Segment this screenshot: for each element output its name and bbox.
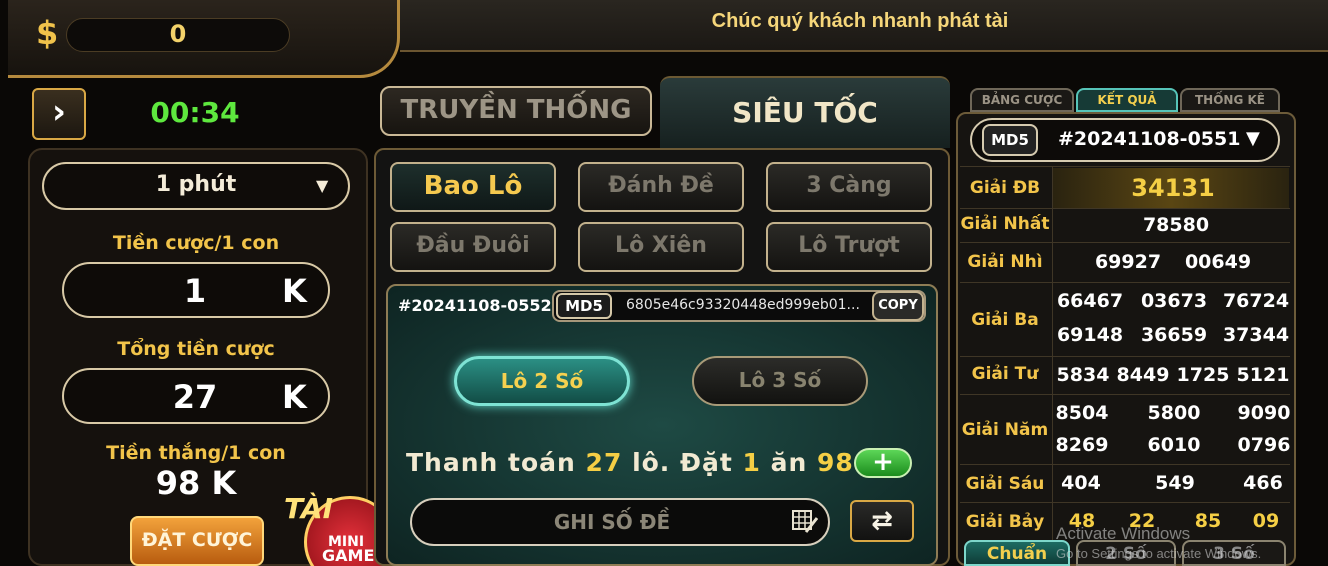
bet-per-label: Tiền cược/1 con	[112, 232, 280, 254]
dollar-icon: $	[36, 14, 59, 52]
bet-type-bao-lo[interactable]: Bao Lô	[390, 162, 556, 212]
prize-sau-number: 549	[1155, 472, 1195, 494]
place-bet-button[interactable]: ĐẶT CƯỢC	[130, 516, 264, 566]
prize-nhat-number: 78580	[1142, 214, 1210, 236]
number-input-placeholder: GHI SỐ ĐỀ	[553, 510, 671, 534]
prize-sau-number: 404	[1061, 472, 1101, 494]
tab-classic[interactable]: TRUYỀN THỐNG	[380, 86, 652, 136]
win-per-label: Tiền thắng/1 con	[106, 442, 286, 464]
prize-row-divider	[960, 208, 1290, 209]
edit-grid-icon[interactable]	[792, 510, 818, 534]
chevron-right-icon[interactable]: ›	[32, 88, 86, 140]
prize-ba-number: 69148	[1056, 324, 1124, 346]
bet-type-danh-de[interactable]: Đánh Đề	[578, 162, 744, 212]
draw-select-value: #20241108-0551	[1058, 128, 1241, 150]
countdown-timer: 00:34	[150, 96, 240, 129]
balance-value: 0	[169, 20, 187, 48]
payment-stake: 1	[742, 448, 761, 477]
banner-text: Chúc quý khách nhanh phát tài	[711, 10, 1009, 32]
md5-tag: MD5	[982, 124, 1038, 156]
prize-row-divider	[960, 394, 1290, 395]
copy-button[interactable]: COPY	[872, 291, 924, 321]
prize-label-ba: Giải Ba	[971, 310, 1039, 330]
prize-ba-number: 03673	[1140, 290, 1208, 312]
prize-tu-number: 1725	[1176, 364, 1230, 386]
bet-type-lo-xien[interactable]: Lô Xiên	[578, 222, 744, 272]
payment-prefix: Thanh toán	[406, 448, 576, 477]
caret-down-icon[interactable]: ▼	[316, 176, 328, 195]
total-bet-label: Tổng tiền cược	[117, 338, 275, 360]
prize-row-divider	[960, 242, 1290, 243]
prize-ba-number: 36659	[1140, 324, 1208, 346]
prize-nam-number: 6010	[1147, 434, 1201, 456]
prize-nam-number: 8269	[1055, 434, 1109, 456]
period-select-value: 1 phút	[155, 172, 237, 197]
prize-row-divider	[960, 282, 1290, 283]
md5-tag: MD5	[556, 293, 612, 319]
subtab-lo-2-so[interactable]: Lô 2 Số	[454, 356, 630, 406]
prize-ba-number: 37344	[1222, 324, 1290, 346]
prize-ba-number: 66467	[1056, 290, 1124, 312]
total-bet-value: 27	[172, 378, 218, 416]
payment-win: 98	[817, 448, 854, 477]
payment-word: ăn	[770, 448, 808, 477]
prize-tu-number: 8449	[1116, 364, 1170, 386]
windows-activation-watermark: Activate Windows	[1056, 524, 1191, 543]
prize-label-db: Giải ĐB	[969, 178, 1041, 198]
bet-type-lo-truot[interactable]: Lô Trượt	[766, 222, 932, 272]
bet-type-3-cang[interactable]: 3 Càng	[766, 162, 932, 212]
current-draw-id: #20241108-0552	[398, 296, 552, 315]
payment-summary: Thanh toán 27 lô. Đặt 1 ăn 98	[406, 448, 853, 477]
prize-label-bay: Giải Bảy	[965, 512, 1045, 532]
prize-row-divider	[960, 464, 1290, 465]
bet-type-dau-duoi[interactable]: Đầu Đuôi	[390, 222, 556, 272]
shuffle-icon[interactable]: ⇄	[850, 500, 914, 542]
plus-icon[interactable]: +	[854, 448, 912, 478]
caret-down-icon[interactable]: ▼	[1246, 128, 1260, 149]
prize-label-sau: Giải Sáu	[965, 474, 1045, 494]
prize-nhi-number: 00649	[1184, 251, 1252, 273]
filter-standard-button[interactable]: Chuẩn	[964, 540, 1070, 566]
prize-bay-number: 85	[1194, 510, 1222, 532]
prize-row-divider	[960, 502, 1290, 503]
prize-bay-number: 09	[1252, 510, 1280, 532]
prize-nhi-number: 69927	[1094, 251, 1162, 273]
prize-label-nhi: Giải Nhì	[967, 252, 1043, 272]
prize-row-divider	[960, 356, 1290, 357]
payment-count: 27	[585, 448, 623, 477]
prize-label-nam: Giải Năm	[961, 420, 1049, 440]
mini-game-tai-label: TÀI	[284, 492, 334, 525]
mini-game-label-2: GAME	[322, 546, 375, 565]
md5-hash: 6805e46c93320448ed999eb01...	[626, 297, 860, 313]
prize-nam-number: 0796	[1237, 434, 1291, 456]
prize-row-divider	[960, 166, 1290, 167]
tab-fast[interactable]: SIÊU TỐC	[660, 76, 950, 148]
tab-bet-table[interactable]: BẢNG CƯỢC	[970, 88, 1074, 112]
prize-sau-number: 466	[1243, 472, 1283, 494]
bet-per-unit: K	[282, 272, 307, 310]
tab-results[interactable]: KẾT QUẢ	[1076, 88, 1178, 112]
prize-tu-number: 5834	[1056, 364, 1110, 386]
windows-activation-watermark-sub: Go to Settings to activate Windows.	[1056, 546, 1262, 561]
prize-nam-number: 8504	[1055, 402, 1109, 424]
results-divider	[1052, 166, 1053, 566]
payment-mid: lô. Đặt	[632, 448, 733, 477]
bet-per-value: 1	[183, 272, 207, 310]
subtab-lo-3-so[interactable]: Lô 3 Số	[692, 356, 868, 406]
prize-nam-number: 9090	[1237, 402, 1291, 424]
prize-label-tu: Giải Tư	[971, 364, 1039, 384]
prize-label-nhat: Giải Nhất	[960, 214, 1050, 234]
prize-ba-number: 76724	[1222, 290, 1290, 312]
prize-tu-number: 5121	[1236, 364, 1290, 386]
total-bet-unit: K	[282, 378, 307, 416]
tab-statistics[interactable]: THỐNG KÊ	[1180, 88, 1280, 112]
prize-nam-number: 5800	[1147, 402, 1201, 424]
prize-db-number: 34131	[1131, 174, 1215, 202]
